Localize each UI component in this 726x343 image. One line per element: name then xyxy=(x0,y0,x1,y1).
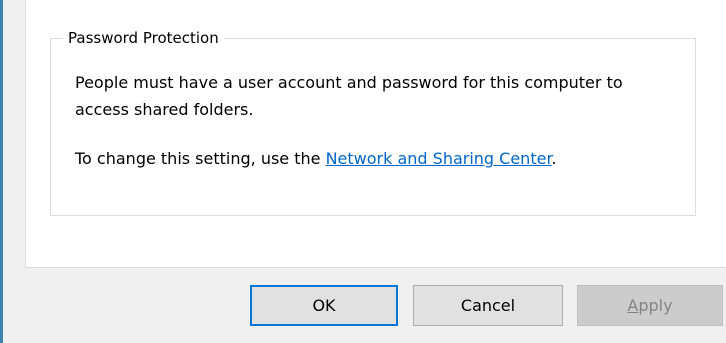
ok-button[interactable]: OK xyxy=(250,285,398,326)
password-protection-description: People must have a user account and pass… xyxy=(75,73,623,119)
left-accent-border xyxy=(0,0,3,343)
apply-button[interactable]: Apply xyxy=(577,285,723,326)
password-protection-groupbox xyxy=(50,38,696,216)
change-setting-prefix: To change this setting, use the xyxy=(75,149,326,168)
apply-label-rest: pply xyxy=(638,296,673,315)
cancel-button[interactable]: Cancel xyxy=(413,285,563,326)
change-setting-text: To change this setting, use the Network … xyxy=(75,145,557,172)
groupbox-title: Password Protection xyxy=(63,28,224,48)
change-setting-suffix: . xyxy=(551,149,557,168)
apply-mnemonic: A xyxy=(627,296,639,315)
sharing-settings-window: Password Protection People must have a u… xyxy=(0,0,726,343)
network-sharing-center-link[interactable]: Network and Sharing Center xyxy=(326,149,552,168)
